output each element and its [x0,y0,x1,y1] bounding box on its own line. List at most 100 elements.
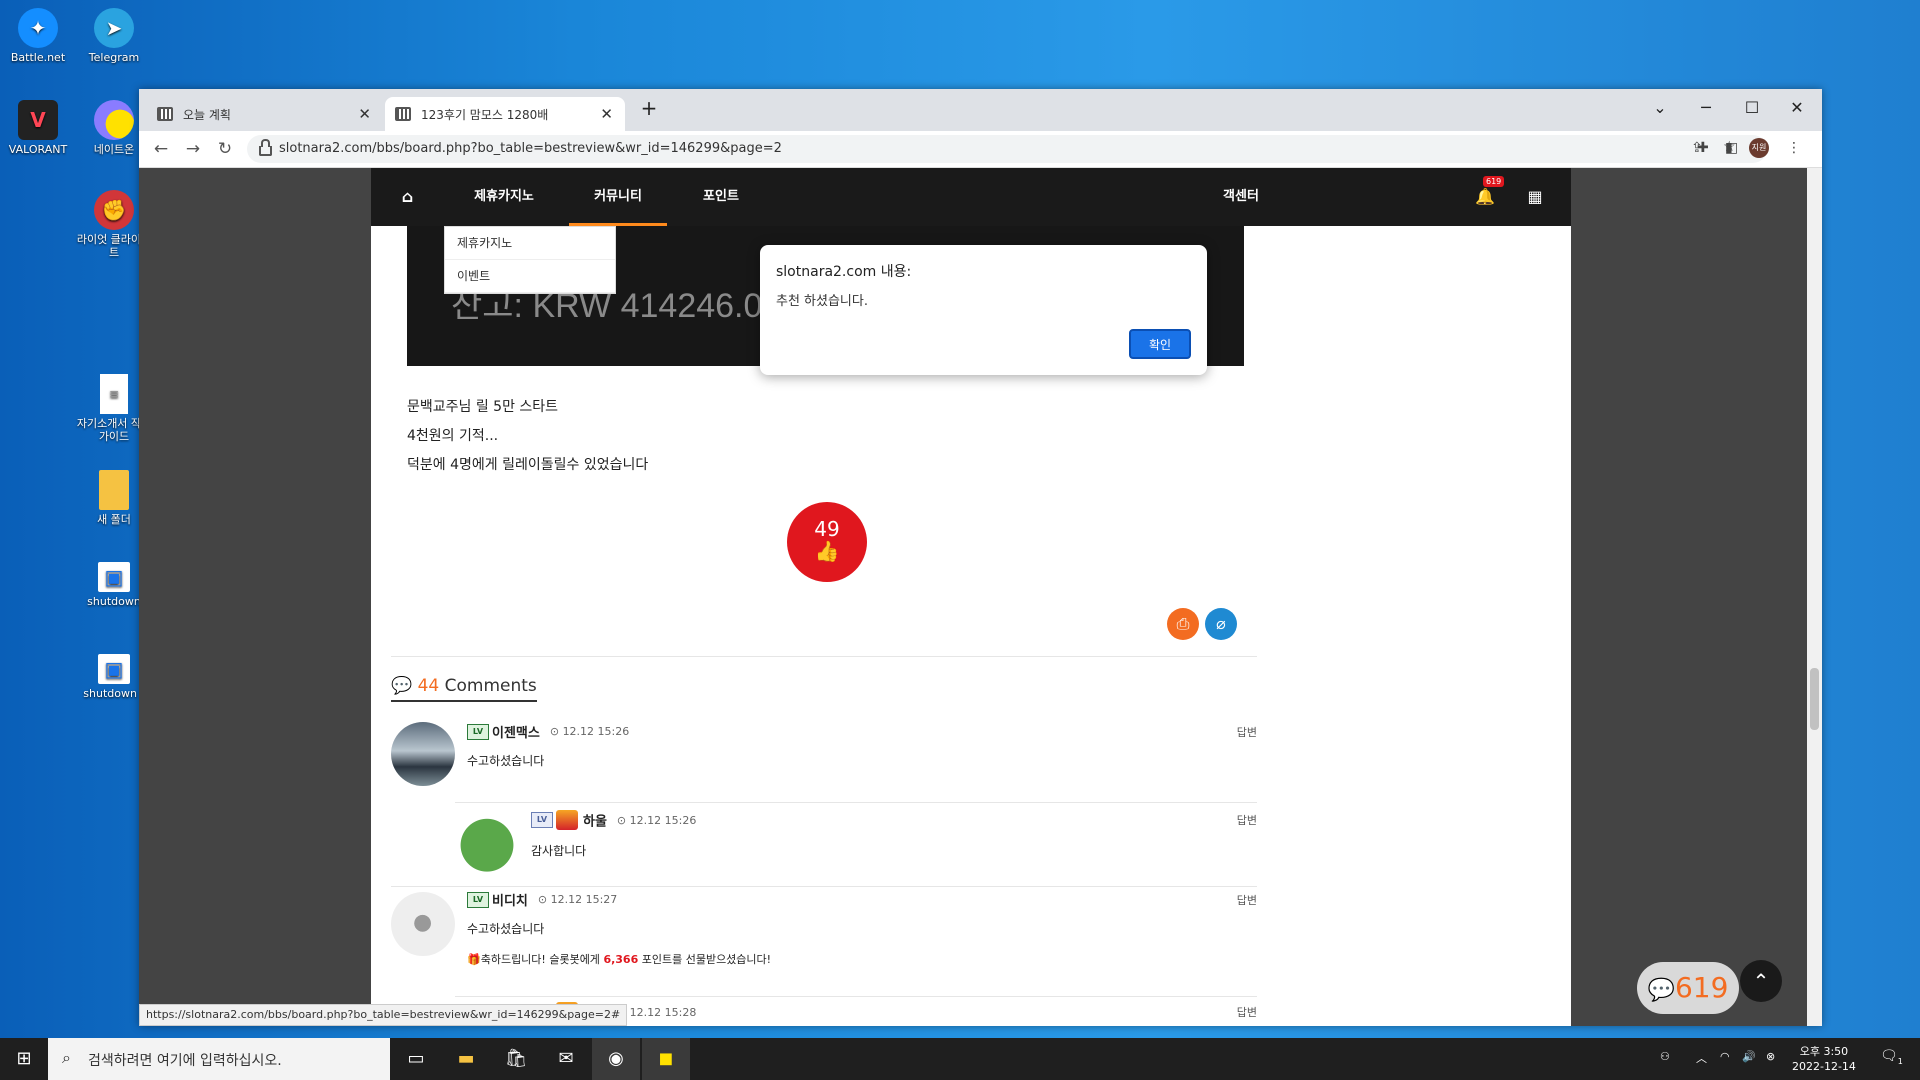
nav-community[interactable]: 커뮤니티 [569,168,667,226]
taskbar-search[interactable]: ⌕ 검색하려면 여기에 입력하십시오. [48,1038,390,1080]
tab-title: 오늘 계획 [183,107,231,122]
post-line: 4천원의 기적... [407,428,499,444]
ime-icon[interactable]: ⊗ [1766,1050,1775,1063]
wifi-icon[interactable]: ◠ [1720,1050,1730,1063]
clock-date: 2022-12-14 [1792,1060,1856,1073]
scrollbar-thumb[interactable] [1810,668,1819,730]
close-tab-icon[interactable]: ✕ [600,105,613,123]
comment-meta: LV 비디치 ⊙ 12.12 15:27 [467,890,617,909]
taskbar: ⊞ ⌕ 검색하려면 여기에 입력하십시오. ▭ ▬ 🛍 ✉ ◉ ◼ ⚇ ︿ ◠ … [0,1038,1920,1080]
shortcut-icon: ▣ [98,562,130,592]
reply-link[interactable]: 답변 [1237,892,1257,908]
nav-dropdown: 제휴카지노 이벤트 [444,226,616,294]
close-tab-icon[interactable]: ✕ [358,105,371,123]
comment-meta: LV 하울 ⊙ 12.12 15:26 [531,810,696,830]
profile-avatar[interactable]: 지원 [1749,138,1769,158]
rank-icon [556,810,578,830]
tray-chevron-icon[interactable]: ︿ [1696,1050,1707,1066]
back-icon[interactable]: ← [149,137,173,161]
site-favicon [395,107,411,121]
level-badge: LV [531,812,553,828]
site-favicon [157,107,173,121]
desktop-icon-valorant[interactable]: V VALORANT [0,100,76,156]
grid-menu-icon[interactable]: ▦ [1515,168,1555,226]
comment-text: 수고하셨습니다 [467,754,545,768]
comment-time: ⊙ 12.12 15:26 [616,813,697,827]
lock-icon [259,139,272,156]
print-button[interactable]: ⎙ [1167,608,1199,640]
side-panel-icon[interactable]: ◧ [1725,140,1738,156]
kakaotalk-icon[interactable]: ◼ [642,1038,690,1080]
nav-points[interactable]: 포인트 [671,168,771,226]
scroll-to-top-button[interactable]: ⌃ [1740,960,1782,1002]
reload-icon[interactable]: ↻ [213,137,237,161]
like-button[interactable]: 49 👍 [787,502,867,582]
menu-icon[interactable]: ⋮ [1787,140,1801,156]
tab-search-icon[interactable]: ⌄ [1638,93,1682,123]
divider [391,656,1257,657]
gift-icon: 🎁 [467,953,481,966]
nav-partner-casino[interactable]: 제휴카지노 [444,168,564,226]
telegram-icon: ➤ [94,8,134,48]
comment-count: 44 [417,676,440,696]
extensions-icon[interactable]: ✚ [1697,140,1709,156]
dropdown-item-partner-casino[interactable]: 제휴카지노 [445,227,615,260]
page-scrollbar[interactable] [1807,168,1822,1026]
forward-icon[interactable]: → [181,137,205,161]
home-icon[interactable]: ⌂ [371,168,444,226]
clock[interactable]: 오후 3:50 2022-12-14 [1792,1044,1856,1074]
file-explorer-icon[interactable]: ▬ [442,1038,490,1080]
thumbs-up-icon: 👍 [814,539,840,563]
chrome-window: 오늘 계획 ✕ 123후기 맘모스 1280배 ✕ + ⌄ ─ ☐ ✕ ← → … [139,89,1822,1026]
address-bar[interactable]: slotnara2.com/bbs/board.php?bo_table=bes… [247,135,1767,163]
attachment-button[interactable]: ⌀ [1205,608,1237,640]
alert-ok-button[interactable]: 확인 [1129,329,1191,359]
notification-center-icon[interactable]: 🗨1 [1880,1048,1903,1066]
comment-author[interactable]: 비디치 [492,894,528,909]
comment-text: 감사합니다 [531,844,587,858]
mail-icon[interactable]: ✉ [542,1038,590,1080]
alert-title: slotnara2.com 내용: [776,264,912,280]
divider [391,886,1257,887]
comments-header: 💬 44 Comments [391,676,537,702]
floating-chat-button[interactable]: 💬619 [1637,962,1739,1014]
level-badge: LV [467,723,489,740]
people-icon[interactable]: ⚇ [1660,1050,1670,1063]
comment-author[interactable]: 이젠맥스 [492,726,540,741]
comment-author[interactable]: 하울 [583,815,607,830]
like-count: 49 [814,517,840,541]
document-icon: ≡ [100,374,128,414]
comment-meta: LV 이젠맥스 ⊙ 12.12 15:26 [467,722,629,741]
comment-time: ⊙ 12.12 15:26 [549,725,630,738]
desktop-icon-battlenet[interactable]: ✦ Battle.net [0,8,76,64]
tab-inactive[interactable]: 오늘 계획 ✕ [147,97,383,131]
nav-customer-center[interactable]: 객센터 [1191,168,1291,226]
close-window-icon[interactable]: ✕ [1775,93,1819,123]
avatar: ● [391,892,455,956]
url-text[interactable]: slotnara2.com/bbs/board.php?bo_table=bes… [279,141,782,156]
volume-icon[interactable]: 🔊 [1742,1050,1756,1063]
page-viewport: ⌂ 제휴카지노 커뮤니티 포인트 객센터 🔔 619 ▦ 제휴카지노 이벤트 잔… [139,168,1822,1026]
minimize-icon[interactable]: ─ [1684,93,1728,123]
reply-link[interactable]: 답변 [1237,812,1257,828]
maximize-icon[interactable]: ☐ [1730,93,1774,123]
windows-start-icon[interactable]: ⊞ [0,1038,48,1080]
gift-points: 6,366 [603,953,639,966]
reply-link[interactable]: 답변 [1237,1004,1257,1020]
divider [455,996,1257,997]
comment-time: ⊙ 12.12 15:28 [617,1005,697,1019]
notification-badge: 619 [1483,176,1505,187]
alert-message: 추천 하셨습니다. [776,294,868,309]
post-line: 덕분에 4명에게 릴레이돌릴수 있었습니다 [407,457,649,473]
chrome-icon[interactable]: ◉ [592,1038,640,1080]
desktop-icon-telegram[interactable]: ➤ Telegram [76,8,152,64]
task-view-icon[interactable]: ▭ [392,1038,440,1080]
level-badge: LV [467,891,489,908]
new-tab-button[interactable]: + [627,93,671,123]
dropdown-item-event[interactable]: 이벤트 [445,260,615,293]
store-icon[interactable]: 🛍 [492,1038,540,1080]
reply-link[interactable]: 답변 [1237,724,1257,740]
tab-active[interactable]: 123후기 맘모스 1280배 ✕ [385,97,625,131]
post-line: 문백교주님 릴 5만 스타트 [407,399,559,415]
valorant-icon: V [18,100,58,140]
